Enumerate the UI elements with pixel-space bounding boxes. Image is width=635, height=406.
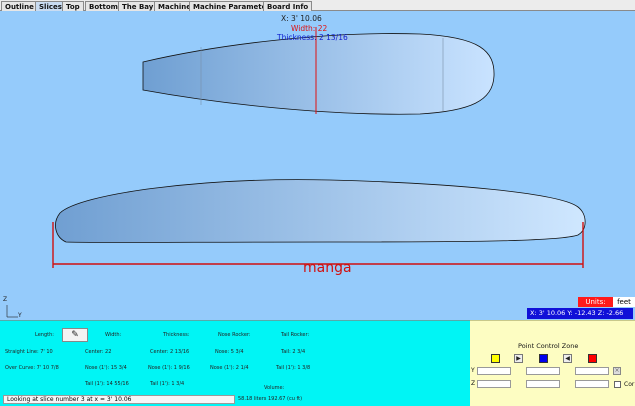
nose-rocker-1ft-value: Nose (1'): 2 1/4 (210, 365, 249, 371)
nose-rocker-value: Nose: 5 3/4 (215, 349, 244, 355)
cursor-coordinates: X: 3' 10.06 Y: -12.43 Z: -2.66 (527, 308, 633, 319)
center-width-value: Center: 22 (85, 349, 112, 355)
tab-bar: Outline Slices Top Bottom The Bay Machin… (0, 0, 635, 11)
slice-x-readout: X: 3' 10.06 (281, 14, 322, 23)
point-y-input-3[interactable] (575, 367, 609, 375)
units-selector[interactable]: feet (613, 297, 635, 307)
board-name-label: manga (303, 260, 352, 276)
z-axis-label: Z (3, 296, 8, 303)
tail-width-value: Tail (1'): 14 55/16 (85, 381, 129, 387)
point-control-zone: Point Control Zone ▶ ◀ Y × Z Cor (470, 320, 635, 406)
tab-top[interactable]: Top (62, 1, 84, 11)
slice-thickness-readout: Thickness: 2 13/16 (277, 33, 348, 42)
board-canvas[interactable]: X: 3' 10.06 Width: 22 Thickness: 2 13/16… (0, 11, 635, 320)
slice-width-readout: Width: 22 (291, 24, 328, 33)
point-y-input-1[interactable] (477, 367, 511, 375)
tail-rocker-label: Tail Rocker: (281, 332, 310, 338)
volume-label: Volume: (264, 385, 285, 391)
z-field-label: Z (471, 380, 476, 387)
tab-bottom[interactable]: Bottom (85, 1, 122, 11)
nose-thickness-value: Nose (1'): 1 9/16 (148, 365, 190, 371)
tail-thickness-value: Tail (1'): 1 3/4 (150, 381, 185, 387)
volume-value: 58.18 liters 192.67 (cu ft) (238, 396, 303, 402)
units-label: Units: (578, 297, 613, 307)
board-outline-shape (142, 33, 495, 115)
prev-point-button[interactable]: ◀ (563, 354, 572, 363)
over-curve-value: Over Curve: 7' 10 7/8 (5, 365, 59, 371)
y-axis-label: Y (18, 312, 22, 319)
straight-line-value: Straight Line: 7' 10 (5, 349, 53, 355)
blue-point-button[interactable] (539, 354, 548, 363)
tab-board-info[interactable]: Board Info (263, 1, 313, 11)
lock-icon[interactable]: × (613, 367, 621, 375)
point-y-input-2[interactable] (526, 367, 560, 375)
continuous-checkbox[interactable] (614, 381, 621, 388)
continuous-label: Cor (624, 381, 635, 388)
length-edit-button[interactable]: ✎ (62, 328, 88, 342)
red-point-button[interactable] (588, 354, 597, 363)
status-bar: Looking at slice number 3 at x = 3' 10.0… (3, 395, 235, 404)
point-z-input-2[interactable] (526, 380, 560, 388)
point-control-title: Point Control Zone (518, 342, 579, 350)
pencil-edit-icon: ✎ (71, 330, 79, 340)
point-z-input-3[interactable] (575, 380, 609, 388)
arrow-right-icon: ▶ (516, 355, 521, 362)
next-point-button[interactable]: ▶ (514, 354, 523, 363)
yellow-point-button[interactable] (491, 354, 500, 363)
board-profile-shape (55, 179, 586, 243)
thickness-label: Thickness: (163, 332, 190, 338)
arrow-left-icon: ◀ (565, 355, 570, 362)
width-label: Width: (105, 332, 122, 338)
tab-the-bay[interactable]: The Bay (118, 1, 158, 11)
point-z-input-1[interactable] (477, 380, 511, 388)
length-label: Length: (35, 332, 54, 338)
app-window: Outline Slices Top Bottom The Bay Machin… (0, 0, 635, 406)
tail-rocker-value: Tail: 2 3/4 (281, 349, 306, 355)
y-field-label: Y (471, 367, 475, 374)
tail-rocker-1ft-value: Tail (1'): 1 3/8 (276, 365, 311, 371)
board-info-panel: Length: ✎ Width: Thickness: Nose Rocker:… (0, 320, 470, 406)
nose-width-value: Nose (1'): 15 3/4 (85, 365, 127, 371)
tab-outline[interactable]: Outline (1, 1, 38, 11)
nose-rocker-label: Nose Rocker: (218, 332, 251, 338)
center-thickness-value: Center: 2 13/16 (150, 349, 190, 355)
